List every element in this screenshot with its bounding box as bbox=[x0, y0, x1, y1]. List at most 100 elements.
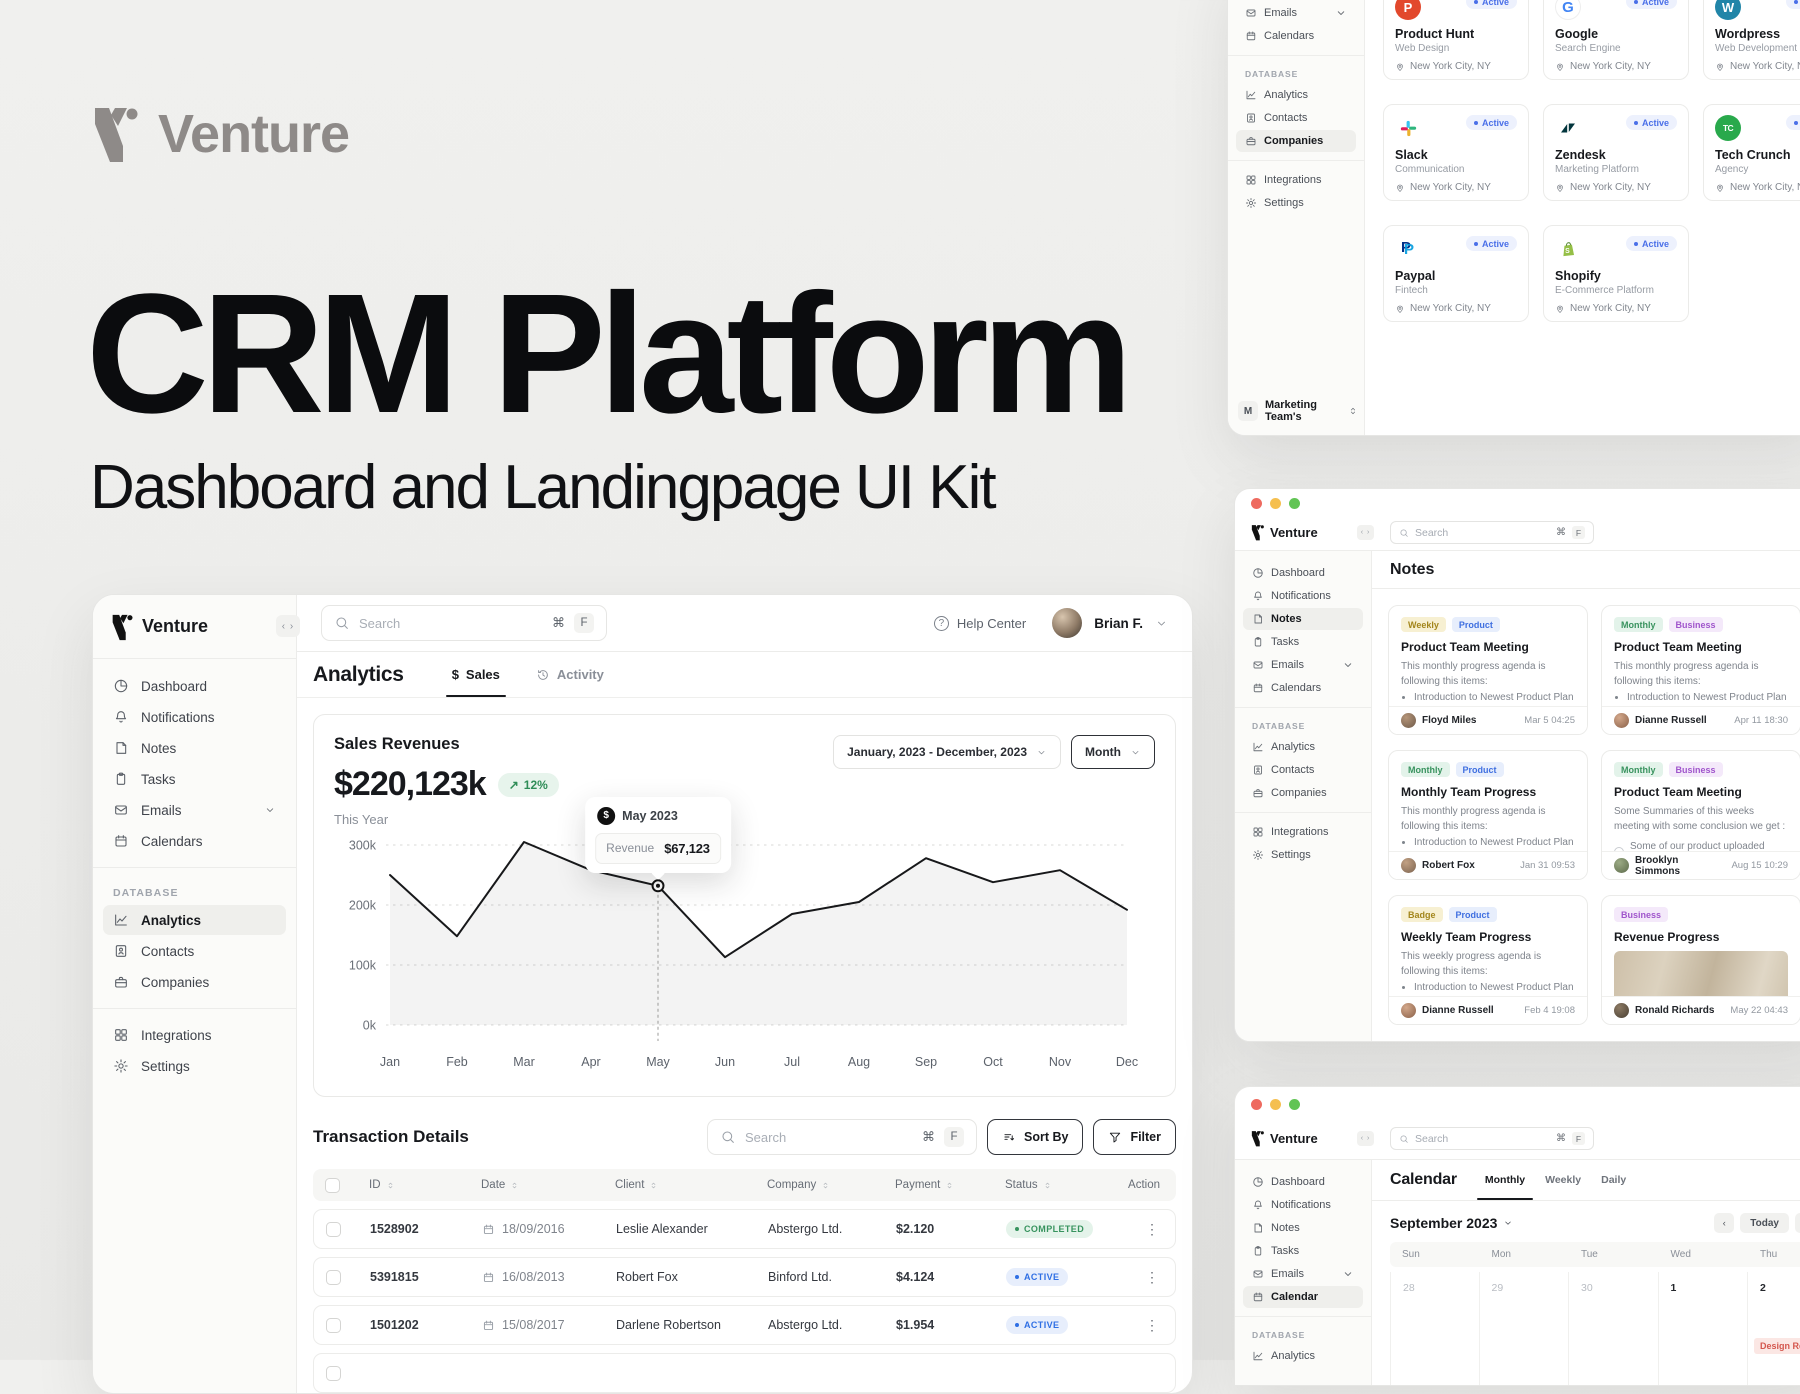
select-all-checkbox[interactable] bbox=[325, 1177, 340, 1193]
column-date[interactable]: Date bbox=[481, 1179, 615, 1192]
sidebar-item-integrations[interactable]: Integrations bbox=[1236, 169, 1356, 191]
search-input[interactable] bbox=[359, 615, 543, 631]
tab-daily[interactable]: Daily bbox=[1601, 1160, 1626, 1200]
sidebar-item-emails[interactable]: Emails bbox=[1236, 2, 1356, 24]
sidebar-item-emails[interactable]: Emails bbox=[103, 795, 286, 825]
filter-button[interactable]: Filter bbox=[1093, 1119, 1176, 1155]
search-bar[interactable]: Search ⌘ F bbox=[1390, 1127, 1594, 1150]
transactions-search-bar[interactable]: ⌘ F bbox=[706, 1119, 977, 1155]
sidebar-item-tasks[interactable]: Tasks bbox=[103, 764, 286, 794]
window-controls[interactable] bbox=[1235, 489, 1800, 515]
next-month-button[interactable]: › bbox=[1795, 1213, 1800, 1233]
transactions-search-input[interactable] bbox=[744, 1129, 913, 1145]
sidebar-item-emails[interactable]: Emails bbox=[1243, 654, 1363, 676]
sidebar-item-analytics[interactable]: Analytics bbox=[1243, 736, 1363, 758]
sidebar-item-notes[interactable]: Notes bbox=[1243, 608, 1363, 630]
workspace-switcher[interactable]: M Marketing Team's bbox=[1238, 399, 1358, 423]
company-card[interactable]: P P Active Paypal Fintech New York City, N… bbox=[1383, 225, 1529, 322]
sidebar-item-integrations[interactable]: Integrations bbox=[1243, 821, 1363, 843]
sidebar-item-settings[interactable]: Settings bbox=[1236, 192, 1356, 214]
sidebar-item-notes[interactable]: Notes bbox=[1243, 1217, 1363, 1239]
calendar-cell[interactable]: 30 bbox=[1569, 1272, 1659, 1385]
sidebar-item-tasks[interactable]: Tasks bbox=[1243, 631, 1363, 653]
sidebar-item-calendars[interactable]: Calendars bbox=[1236, 25, 1356, 47]
company-card[interactable]: Active Slack Communication New York City… bbox=[1383, 104, 1529, 201]
sidebar-item-analytics[interactable]: Analytics bbox=[1243, 1345, 1363, 1367]
maximize-icon[interactable] bbox=[1289, 1099, 1300, 1110]
date-range-button[interactable]: January, 2023 - December, 2023 bbox=[833, 735, 1062, 769]
sidebar-item-companies[interactable]: Companies bbox=[103, 967, 286, 997]
sidebar-item-calendar[interactable]: Calendar bbox=[1243, 1286, 1363, 1308]
sidebar-item-settings[interactable]: Settings bbox=[1243, 844, 1363, 866]
sidebar-item-companies[interactable]: Companies bbox=[1243, 782, 1363, 804]
collapse-sidebar-button[interactable]: ‹ › bbox=[1357, 1131, 1374, 1146]
minimize-icon[interactable] bbox=[1270, 1099, 1281, 1110]
company-card[interactable]: WActive Wordpress Web Development New Yo… bbox=[1703, 0, 1800, 80]
sidebar-item-integrations[interactable]: Integrations bbox=[103, 1020, 286, 1050]
table-row[interactable] bbox=[313, 1353, 1176, 1393]
row-actions-button[interactable]: ⋮ bbox=[1145, 1221, 1175, 1238]
sidebar-item-settings[interactable]: Settings bbox=[103, 1051, 286, 1081]
previous-month-button[interactable]: ‹ bbox=[1714, 1213, 1735, 1233]
column-id[interactable]: ID bbox=[369, 1179, 481, 1192]
close-icon[interactable] bbox=[1251, 498, 1262, 509]
tab-monthly[interactable]: Monthly bbox=[1476, 1160, 1534, 1200]
column-company[interactable]: Company bbox=[767, 1179, 895, 1192]
month-selector[interactable]: September 2023 bbox=[1390, 1215, 1513, 1231]
sidebar-item-contacts[interactable]: Contacts bbox=[103, 936, 286, 966]
note-card[interactable]: Monthly Business Product Team Meeting Thi… bbox=[1601, 605, 1800, 735]
window-controls[interactable] bbox=[1235, 1087, 1800, 1118]
sidebar-item-analytics[interactable]: Analytics bbox=[1236, 84, 1356, 106]
column-status[interactable]: Status bbox=[1005, 1179, 1117, 1192]
note-card[interactable]: Monthly Product Monthly Team Progress Thi… bbox=[1388, 750, 1588, 880]
column-payment[interactable]: Payment bbox=[895, 1179, 1005, 1192]
minimize-icon[interactable] bbox=[1270, 498, 1281, 509]
sidebar-item-dashboard[interactable]: Dashboard bbox=[1243, 562, 1363, 584]
sidebar-item-notifications[interactable]: Notifications bbox=[1243, 585, 1363, 607]
row-checkbox[interactable] bbox=[326, 1365, 341, 1381]
search-bar[interactable]: Search ⌘ F bbox=[1390, 521, 1594, 544]
maximize-icon[interactable] bbox=[1289, 498, 1300, 509]
chevron-down-icon[interactable] bbox=[1155, 617, 1168, 630]
help-center-button[interactable]: ? Help Center bbox=[933, 615, 1026, 631]
company-card[interactable]: S Active Shopify E-Commerce Platform New … bbox=[1543, 225, 1689, 322]
collapse-sidebar-button[interactable]: ‹ › bbox=[276, 615, 300, 637]
sidebar-item-analytics[interactable]: Analytics bbox=[103, 905, 286, 935]
company-card[interactable]: G Active Google Search Engine New York Ci… bbox=[1543, 0, 1689, 80]
event-chip[interactable]: Design Review bbox=[1754, 1338, 1800, 1354]
note-card[interactable]: Business Revenue Progress Ronald Richard… bbox=[1601, 895, 1800, 1025]
row-checkbox[interactable] bbox=[326, 1317, 341, 1333]
column-client[interactable]: Client bbox=[615, 1179, 767, 1192]
company-card[interactable]: Active Zendesk Marketing Platform New Yo… bbox=[1543, 104, 1689, 201]
sidebar-item-dashboard[interactable]: Dashboard bbox=[103, 671, 286, 701]
company-card[interactable]: TCActive Tech Crunch Agency New York Cit… bbox=[1703, 104, 1800, 201]
close-icon[interactable] bbox=[1251, 1099, 1262, 1110]
note-card[interactable]: Badge Product Weekly Team Progress This w… bbox=[1388, 895, 1588, 1025]
sort-by-button[interactable]: Sort By bbox=[986, 1119, 1084, 1155]
sidebar-item-calendars[interactable]: Calendars bbox=[103, 826, 286, 856]
note-card[interactable]: Monthly Business Product Team Meeting Som… bbox=[1601, 750, 1800, 880]
sidebar-item-dashboard[interactable]: Dashboard bbox=[1243, 1171, 1363, 1193]
sidebar-item-contacts[interactable]: Contacts bbox=[1236, 107, 1356, 129]
search-bar[interactable]: ⌘ F bbox=[321, 605, 607, 642]
calendar-cell[interactable]: 2Design Review bbox=[1748, 1272, 1800, 1385]
row-checkbox[interactable] bbox=[326, 1269, 341, 1285]
sidebar-item-calendars[interactable]: Calendars bbox=[1243, 677, 1363, 699]
company-card[interactable]: P Active Product Hunt Web Design New York… bbox=[1383, 0, 1529, 80]
user-avatar[interactable] bbox=[1052, 608, 1083, 639]
sidebar-item-companies[interactable]: Companies bbox=[1236, 130, 1356, 152]
tab-activity[interactable]: Activity bbox=[536, 652, 604, 697]
row-actions-button[interactable]: ⋮ bbox=[1145, 1317, 1175, 1334]
row-checkbox[interactable] bbox=[326, 1221, 341, 1237]
calendar-cell[interactable]: 1 bbox=[1659, 1272, 1748, 1385]
row-actions-button[interactable]: ⋮ bbox=[1145, 1269, 1175, 1286]
note-card[interactable]: Weekly Product Product Team Meeting This … bbox=[1388, 605, 1588, 735]
table-row[interactable]: 5391815 16/08/2013 Robert Fox Binford Lt… bbox=[313, 1257, 1176, 1297]
sidebar-item-contacts[interactable]: Contacts bbox=[1243, 759, 1363, 781]
sidebar-item-notes[interactable]: Notes bbox=[103, 733, 286, 763]
granularity-button[interactable]: Month bbox=[1071, 735, 1155, 769]
table-row[interactable]: 1528902 18/09/2016 Leslie Alexander Abst… bbox=[313, 1209, 1176, 1249]
sidebar-item-notifications[interactable]: Notifications bbox=[103, 702, 286, 732]
table-row[interactable]: 1501202 15/08/2017 Darlene Robertson Abs… bbox=[313, 1305, 1176, 1345]
collapse-sidebar-button[interactable]: ‹ › bbox=[1357, 525, 1374, 540]
